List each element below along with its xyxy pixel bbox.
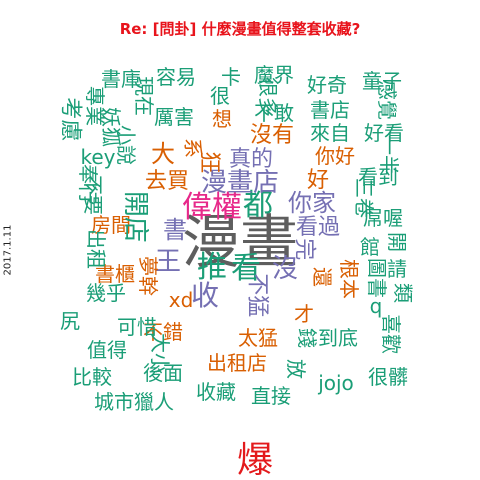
cloud-word: 你家	[288, 189, 336, 217]
cloud-word: 很髒	[368, 365, 408, 389]
cloud-word: 才	[294, 302, 314, 326]
cloud-word: 喜歡	[379, 314, 403, 354]
cloud-word: jojo	[317, 371, 354, 395]
cloud-word: 小說	[114, 125, 138, 165]
cloud-word: 幾乎	[86, 281, 126, 305]
cloud-word: 大	[151, 140, 175, 168]
cloud-word: 看過	[296, 215, 340, 240]
cloud-word: 錢	[295, 328, 319, 348]
cloud-word: 不敢	[254, 101, 294, 125]
cloud-word: 想	[212, 107, 232, 131]
cloud-word: 收	[191, 279, 219, 312]
cloud-word: 尻	[60, 309, 80, 333]
cloud-word: 來自	[310, 121, 350, 145]
cloud-word: 值得	[87, 338, 127, 362]
cloud-word: 後面	[143, 361, 183, 385]
cloud-word: 出租店	[207, 351, 267, 375]
cloud-word: 很	[210, 84, 230, 108]
cloud-word: 圖書	[365, 258, 389, 298]
cloud-word: 直接	[251, 384, 291, 408]
cloud-word: 城市獵人	[94, 390, 174, 414]
cloud-word: 好	[307, 168, 329, 193]
cloud-word: 根本	[337, 259, 361, 299]
cloud-word: 系	[181, 138, 205, 158]
word-cloud-canvas: 漫畫偉權 都推 看王收漫畫店書你家沒看過完不猛真的好你好沒有大去買房間書櫃 夢幹xd不…	[57, 63, 415, 480]
word-cloud: 漫畫 偉權都推看王收漫畫店書你家沒看過完不猛 真的好你好 沒有大去買 房間 書櫃 夢幹 xd 不…	[0, 0, 480, 480]
cloud-word: 開店	[120, 191, 150, 243]
cloud-word: xd	[169, 288, 194, 312]
cloud-word: 書	[163, 216, 187, 244]
cloud-word: 書店	[310, 98, 350, 122]
cloud-word: 出租	[84, 229, 108, 269]
cloud-word: 不猛	[244, 273, 269, 317]
cloud-word: 屌喔	[363, 206, 403, 230]
cloud-word: 還	[310, 267, 334, 287]
cloud-word: 不要	[81, 175, 105, 215]
cloud-word: 考慮	[57, 97, 82, 141]
cloud-word: 真的	[229, 147, 273, 172]
cloud-word: 好奇	[307, 73, 347, 97]
cloud-word: 感覺	[375, 80, 399, 120]
cloud-word: 請	[387, 257, 407, 281]
cloud-word: 到底	[318, 326, 358, 350]
cloud-word: 爆	[237, 440, 273, 480]
cloud-word: 放	[284, 359, 308, 379]
cloud-word: 沒有	[250, 123, 294, 148]
cloud-word: 館	[360, 235, 380, 259]
cloud-word: 現在	[132, 76, 156, 116]
cloud-word: 收藏	[196, 380, 236, 404]
cloud-word: 太猛	[238, 326, 278, 350]
cloud-word: 去買	[145, 169, 189, 194]
cloud-word: 厲害	[154, 105, 194, 129]
cloud-word: 容易	[156, 65, 196, 89]
cloud-word: 開	[385, 232, 409, 252]
cloud-word: 夢幹	[136, 256, 160, 296]
cloud-word: 完	[291, 238, 316, 260]
cloud-word: 類	[391, 283, 415, 303]
cloud-word: 比較	[72, 365, 112, 389]
cloud-word: 你好	[315, 144, 355, 168]
